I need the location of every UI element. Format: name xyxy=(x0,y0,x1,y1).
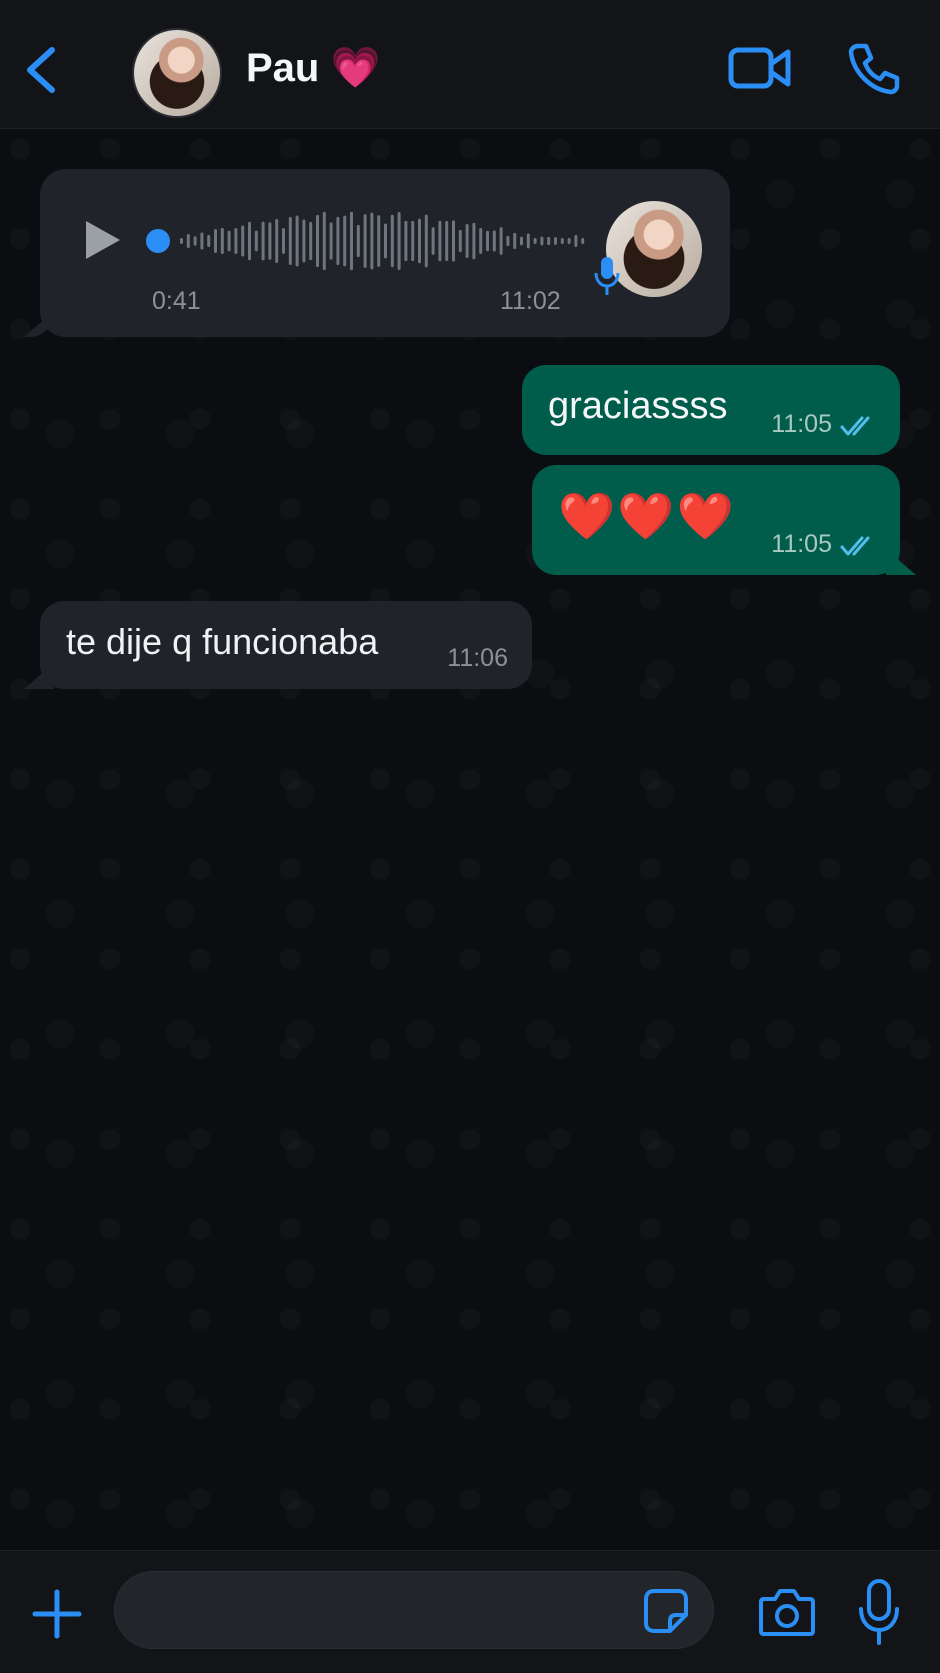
message-composer xyxy=(0,1550,940,1673)
waveform-bar xyxy=(560,238,564,244)
waveform-bar xyxy=(431,227,435,255)
waveform-bar xyxy=(554,237,557,245)
chat-header: Pau 💗 xyxy=(0,0,940,129)
voice-message-bubble: 0:41 11:02 xyxy=(40,169,730,337)
waveform-bar xyxy=(390,214,394,268)
attach-button[interactable] xyxy=(30,1587,84,1641)
outgoing-message[interactable]: graciassss 11:05 xyxy=(522,365,900,455)
waveform-bar xyxy=(384,223,387,259)
waveform-bar xyxy=(424,214,428,268)
waveform-bar xyxy=(452,220,455,262)
video-call-button[interactable] xyxy=(728,42,792,94)
waveform-bar xyxy=(261,221,265,261)
waveform-bar xyxy=(377,215,381,267)
message-time: 11:06 xyxy=(447,644,508,672)
message-text: ❤️❤️❤️ xyxy=(558,490,736,542)
waveform-bar xyxy=(350,211,353,271)
phone-icon xyxy=(848,43,900,95)
waveform-bar xyxy=(458,229,462,253)
waveform-bar xyxy=(193,236,197,246)
waveform-bar xyxy=(479,227,483,255)
waveform-bar xyxy=(241,225,245,257)
waveform-bar xyxy=(302,219,306,263)
waveform-bar xyxy=(356,224,360,258)
voice-call-button[interactable] xyxy=(846,40,902,96)
chevron-left-icon xyxy=(27,47,55,93)
waveform-bar xyxy=(220,227,224,255)
voice-duration: 0:41 xyxy=(152,287,201,315)
waveform-bar xyxy=(397,211,401,271)
incoming-message[interactable]: te dije q funcionaba 11:06 xyxy=(40,601,532,689)
playback-scrubber[interactable] xyxy=(146,229,170,253)
message-time: 11:05 xyxy=(771,410,832,438)
waveform-bar xyxy=(526,233,530,249)
waveform-bar xyxy=(499,227,503,255)
contact-avatar[interactable] xyxy=(132,28,222,118)
read-ticks-icon xyxy=(840,536,870,556)
waveform-bar xyxy=(581,238,585,244)
waveform-bar xyxy=(227,230,231,252)
waveform-bar xyxy=(533,238,537,244)
message-input[interactable] xyxy=(114,1571,714,1649)
plus-icon xyxy=(32,1589,82,1639)
waveform-bar xyxy=(254,230,258,252)
waveform-bar xyxy=(309,221,313,261)
waveform-bar xyxy=(295,215,299,267)
waveform-bar xyxy=(520,236,523,246)
waveform-bar xyxy=(234,228,238,254)
waveform-bar xyxy=(513,232,517,250)
message-text: graciassss xyxy=(548,385,728,427)
message-time: 11:05 xyxy=(771,530,832,558)
waveform-bar xyxy=(438,220,442,262)
waveform-bar xyxy=(370,212,374,270)
waveform-bar xyxy=(329,222,333,260)
camera-icon xyxy=(759,1589,815,1636)
sticker-icon xyxy=(644,1589,688,1633)
waveform-bar xyxy=(547,236,551,246)
microphone-icon xyxy=(594,257,620,295)
waveform-bar xyxy=(445,220,449,262)
waveform-bar xyxy=(248,221,251,261)
waveform-bar xyxy=(486,230,489,252)
waveform-bar xyxy=(567,238,571,244)
waveform-bar xyxy=(207,234,211,248)
play-icon xyxy=(86,221,120,259)
waveform-bar xyxy=(200,232,204,250)
play-button[interactable] xyxy=(80,217,124,263)
chat-area[interactable]: 0:41 11:02 graciassss 11:05 ❤️❤️❤️ 11:05… xyxy=(0,129,940,1549)
waveform-bar xyxy=(336,216,340,266)
waveform-bar xyxy=(472,222,476,260)
waveform-bar xyxy=(282,228,285,254)
contact-name[interactable]: Pau 💗 xyxy=(246,44,380,91)
waveform-bar xyxy=(411,220,415,262)
camera-button[interactable] xyxy=(758,1585,816,1639)
waveform-bar xyxy=(186,234,190,248)
message-text: te dije q funcionaba xyxy=(66,621,379,662)
video-camera-icon xyxy=(728,47,791,89)
message-time: 11:02 xyxy=(500,287,561,315)
waveform-bar xyxy=(540,236,544,246)
waveform-bar xyxy=(404,220,408,262)
microphone-icon xyxy=(859,1579,899,1645)
read-ticks-icon xyxy=(840,416,870,436)
waveform-bar xyxy=(214,229,217,253)
waveform-bar xyxy=(506,235,510,247)
waveform-bar xyxy=(465,223,469,259)
waveform-bar xyxy=(343,215,347,267)
waveform-bar xyxy=(363,214,367,268)
back-button[interactable] xyxy=(18,40,62,100)
sticker-button[interactable] xyxy=(642,1587,690,1635)
waveform-bar xyxy=(268,222,272,260)
waveform-bar xyxy=(492,230,496,252)
waveform-bar xyxy=(574,235,578,247)
waveform-bar xyxy=(322,211,326,271)
voice-record-button[interactable] xyxy=(856,1577,902,1647)
waveform-bar xyxy=(316,214,319,268)
waveform-bar xyxy=(275,219,279,263)
audio-waveform[interactable] xyxy=(174,209,594,273)
waveform-bar xyxy=(418,218,421,264)
waveform-bar xyxy=(288,216,292,266)
outgoing-message[interactable]: ❤️❤️❤️ 11:05 xyxy=(532,465,900,575)
waveform-bar xyxy=(180,238,183,244)
